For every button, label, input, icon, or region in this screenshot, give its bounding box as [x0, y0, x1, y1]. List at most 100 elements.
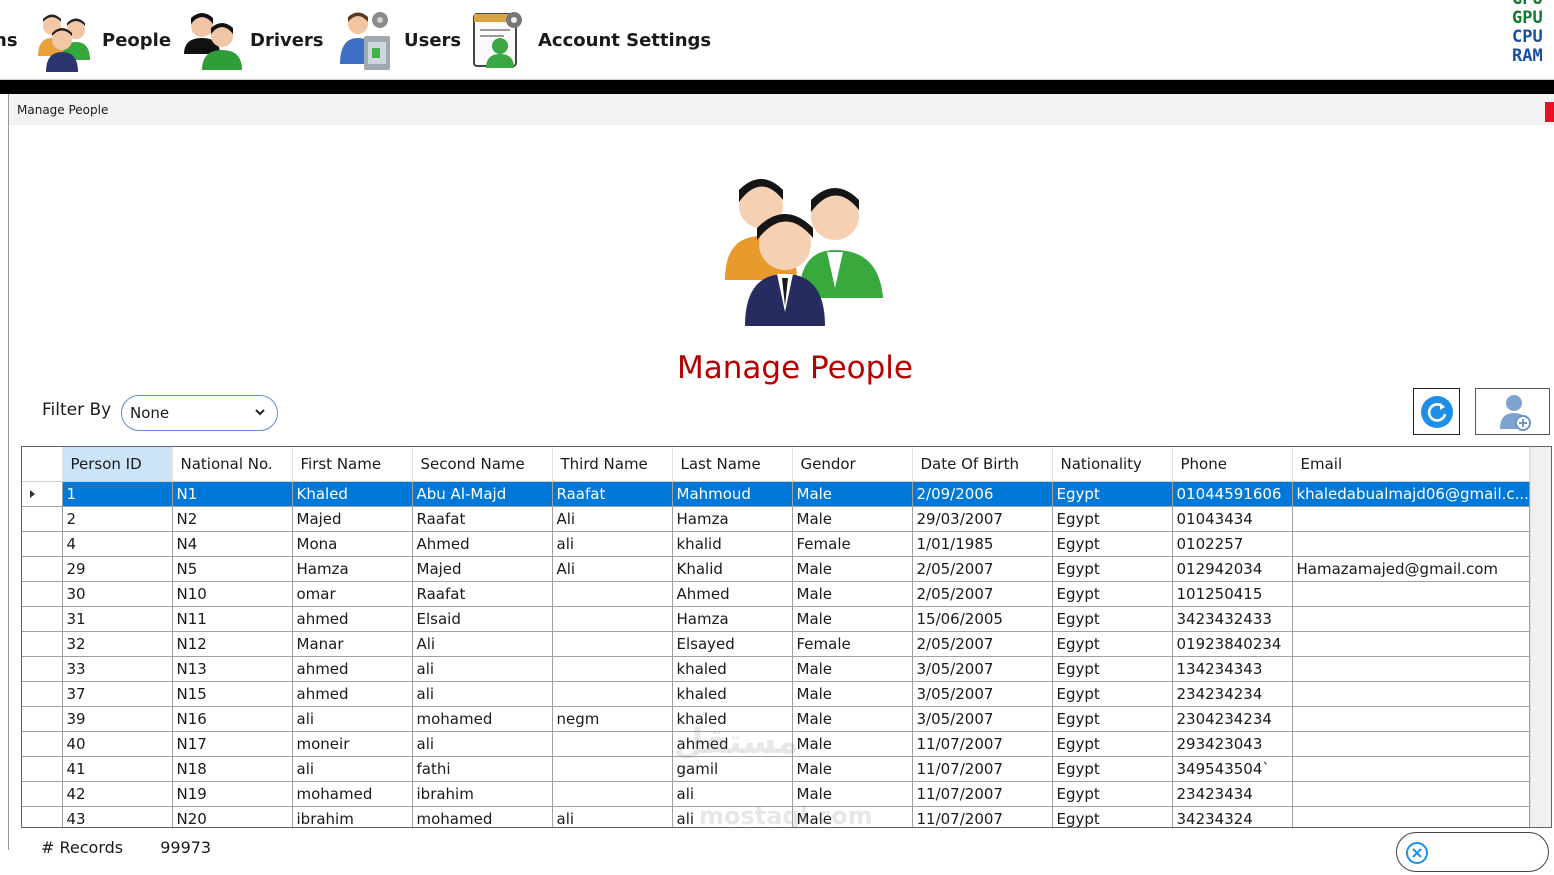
table-cell[interactable]: N1 [172, 481, 293, 507]
table-cell[interactable]: mohamed [292, 781, 413, 807]
table-cell[interactable]: Abu Al-Majd [412, 481, 553, 507]
table-cell[interactable]: 2/05/2007 [912, 631, 1053, 657]
table-cell[interactable]: Egypt [1052, 681, 1173, 707]
table-cell[interactable]: ahmed [292, 656, 413, 682]
table-cell[interactable]: Ali [552, 556, 673, 582]
column-header-last-name[interactable]: Last Name [672, 447, 793, 482]
table-cell[interactable]: Ali [552, 506, 673, 532]
row-header-cell[interactable] [22, 481, 63, 507]
add-person-button[interactable] [1475, 388, 1550, 435]
table-cell[interactable]: Egypt [1052, 481, 1173, 507]
table-cell[interactable]: Ahmed [672, 581, 793, 607]
row-header-cell[interactable] [22, 606, 63, 632]
table-cell[interactable]: ahmed [672, 731, 793, 757]
table-cell[interactable]: 234234234 [1172, 681, 1293, 707]
column-header-gendor[interactable]: Gendor [792, 447, 913, 482]
table-cell[interactable]: Egypt [1052, 606, 1173, 632]
table-cell[interactable]: 3423432433 [1172, 606, 1293, 632]
row-header-cell[interactable] [22, 656, 63, 682]
table-cell[interactable]: Majed [292, 506, 413, 532]
row-header-cell[interactable] [22, 531, 63, 557]
table-cell[interactable]: Ali [412, 631, 553, 657]
table-cell[interactable]: 42 [62, 781, 173, 807]
table-cell[interactable]: N20 [172, 806, 293, 827]
table-cell[interactable] [1292, 806, 1530, 827]
table-cell[interactable]: 15/06/2005 [912, 606, 1053, 632]
table-row[interactable]: 29 N5 Hamza Majed Ali Khalid Male 2/05/2007 Egyp… [22, 556, 1534, 582]
table-cell[interactable]: 1 [62, 481, 173, 507]
table-cell[interactable] [1292, 756, 1530, 782]
table-cell[interactable]: 31 [62, 606, 173, 632]
table-cell[interactable]: ibrahim [412, 781, 553, 807]
table-cell[interactable]: Khaled [292, 481, 413, 507]
table-cell[interactable]: 29 [62, 556, 173, 582]
row-header-cell[interactable] [22, 581, 63, 607]
table-cell[interactable]: Male [792, 481, 913, 507]
table-cell[interactable]: 34234324 [1172, 806, 1293, 827]
table-cell[interactable] [1292, 581, 1530, 607]
table-cell[interactable] [1292, 531, 1530, 557]
table-cell[interactable]: 01043434 [1172, 506, 1293, 532]
table-cell[interactable]: Elsaid [412, 606, 553, 632]
table-cell[interactable]: 349543504` [1172, 756, 1293, 782]
row-header-cell[interactable] [22, 706, 63, 732]
table-cell[interactable]: ali [292, 706, 413, 732]
table-cell[interactable]: N18 [172, 756, 293, 782]
table-cell[interactable] [552, 631, 673, 657]
table-cell[interactable] [1292, 606, 1530, 632]
table-cell[interactable]: 2/05/2007 [912, 581, 1053, 607]
table-cell[interactable]: Raafat [412, 506, 553, 532]
table-row[interactable]: 2 N2 Majed Raafat Ali Hamza Male 29/03/2007 Egyp… [22, 506, 1534, 532]
menu-item-people[interactable]: People [34, 8, 171, 72]
table-cell[interactable]: ali [552, 531, 673, 557]
table-cell[interactable]: 3/05/2007 [912, 706, 1053, 732]
table-cell[interactable] [552, 581, 673, 607]
table-cell[interactable]: 41 [62, 756, 173, 782]
table-cell[interactable] [1292, 706, 1530, 732]
row-header-cell[interactable] [22, 556, 63, 582]
table-cell[interactable]: 39 [62, 706, 173, 732]
row-header-cell[interactable] [22, 731, 63, 757]
table-cell[interactable]: 3/05/2007 [912, 681, 1053, 707]
table-row[interactable]: 32 N12 Manar Ali Elsayed Female 2/05/2007 Egypt… [22, 631, 1534, 657]
table-cell[interactable]: Male [792, 781, 913, 807]
table-row[interactable]: 31 N11 ahmed Elsaid Hamza Male 15/06/2005 Egypt… [22, 606, 1534, 632]
table-cell[interactable]: ahmed [292, 606, 413, 632]
table-cell[interactable]: Egypt [1052, 656, 1173, 682]
column-header-third-name[interactable]: Third Name [552, 447, 673, 482]
table-cell[interactable]: gamil [672, 756, 793, 782]
table-cell[interactable]: Egypt [1052, 731, 1173, 757]
table-cell[interactable]: 23423434 [1172, 781, 1293, 807]
table-cell[interactable]: Raafat [552, 481, 673, 507]
table-cell[interactable]: Egypt [1052, 581, 1173, 607]
grid-vertical-scrollbar[interactable] [1530, 447, 1551, 827]
table-cell[interactable]: Male [792, 506, 913, 532]
table-cell[interactable] [552, 606, 673, 632]
table-cell[interactable]: 01044591606 [1172, 481, 1293, 507]
table-cell[interactable]: Hamazamajed@gmail.com [1292, 556, 1530, 582]
refresh-button[interactable] [1413, 388, 1460, 435]
column-header-phone[interactable]: Phone [1172, 447, 1293, 482]
table-row[interactable]: 1 N1 Khaled Abu Al-Majd Raafat Mahmoud Male 2/0… [22, 481, 1534, 507]
row-header-cell[interactable] [22, 506, 63, 532]
column-header-first-name[interactable]: First Name [292, 447, 413, 482]
table-cell[interactable]: Elsayed [672, 631, 793, 657]
menu-item-drivers[interactable]: Drivers [182, 8, 324, 72]
column-header-person-id[interactable]: Person ID [62, 447, 173, 482]
table-cell[interactable]: 11/07/2007 [912, 781, 1053, 807]
table-cell[interactable]: 2/05/2007 [912, 556, 1053, 582]
table-cell[interactable]: Egypt [1052, 506, 1173, 532]
menu-item-users[interactable]: Users [336, 8, 461, 72]
table-cell[interactable]: Male [792, 606, 913, 632]
table-cell[interactable]: Male [792, 556, 913, 582]
table-cell[interactable]: 2304234234 [1172, 706, 1293, 732]
table-row[interactable]: 33 N13 ahmed ali khaled Male 3/05/2007 Egypt 134… [22, 656, 1534, 682]
table-row[interactable]: 30 N10 omar Raafat Ahmed Male 2/05/2007 Egypt 10… [22, 581, 1534, 607]
table-cell[interactable]: ahmed [292, 681, 413, 707]
table-cell[interactable]: Mahmoud [672, 481, 793, 507]
table-cell[interactable]: Egypt [1052, 556, 1173, 582]
table-cell[interactable]: 11/07/2007 [912, 731, 1053, 757]
table-cell[interactable]: mohamed [412, 806, 553, 827]
table-cell[interactable]: 32 [62, 631, 173, 657]
table-cell[interactable]: omar [292, 581, 413, 607]
